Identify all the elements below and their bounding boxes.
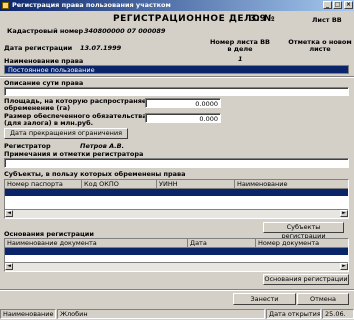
window-title: Регистрация права пользования участком xyxy=(12,1,171,9)
grounds-selected-row[interactable] xyxy=(5,248,348,255)
save-button[interactable]: Занести xyxy=(233,293,296,305)
scroll-right-icon[interactable]: ► xyxy=(340,263,348,270)
subjects-col-name[interactable]: Наименование xyxy=(235,180,348,188)
status-name-value: Жлобин xyxy=(57,309,265,319)
subjects-table[interactable]: Номер паспорта Код ОКПО УИНН Наименовани… xyxy=(4,179,349,219)
grounds-hscrollbar[interactable]: ◄ ► xyxy=(5,262,348,271)
right-name-selected: Постоянное пользование xyxy=(8,66,95,74)
status-name-label: Наименование xyxy=(0,309,56,319)
scroll-right-icon[interactable]: ► xyxy=(340,210,348,217)
cancel-button[interactable]: Отмена xyxy=(297,293,349,305)
subjects-button[interactable]: Субъекты регистрации xyxy=(263,222,344,240)
sheet-label: Лист ВВ xyxy=(312,16,342,24)
notes-input[interactable] xyxy=(4,158,349,168)
grounds-button[interactable]: Основания регистрации xyxy=(263,274,349,285)
title-bar[interactable]: Регистрация права пользования участком _… xyxy=(0,0,354,11)
grounds-table[interactable]: Наименование документа Дата Номер докуме… xyxy=(4,238,349,272)
area-input[interactable]: 0.0000 xyxy=(145,98,221,108)
registrar-label: Регистратор xyxy=(4,142,51,150)
notes-label: Примечания и отметки регистратора xyxy=(4,150,144,158)
right-name-label: Наименование права xyxy=(4,57,84,65)
grounds-label: Основания регистрации xyxy=(4,230,94,238)
grounds-col-doc-number[interactable]: Номер документа xyxy=(256,239,348,247)
minimize-button[interactable]: _ xyxy=(323,1,332,9)
grounds-col-date[interactable]: Дата xyxy=(188,239,256,247)
sheet-number-value: 1 xyxy=(238,55,243,63)
subjects-col-uinn[interactable]: УИНН xyxy=(157,180,235,188)
subjects-table-header: Номер паспорта Код ОКПО УИНН Наименовани… xyxy=(5,180,348,189)
sheet-number-label: Номер листа ВВ в деле xyxy=(209,38,271,53)
subjects-selected-row[interactable] xyxy=(5,189,348,196)
registrar-value: Петров А.В. xyxy=(80,142,125,150)
app-icon xyxy=(2,2,9,9)
grounds-table-header: Наименование документа Дата Номер докуме… xyxy=(5,239,348,248)
obligation-label-line2: (для залога) в млн.руб. xyxy=(4,119,94,127)
description-label: Описание сути права xyxy=(4,79,84,87)
separator xyxy=(0,76,354,78)
new-sheet-mark-label: Отметка о новом листе xyxy=(288,38,352,53)
subjects-hscrollbar[interactable]: ◄ ► xyxy=(5,209,348,218)
description-input[interactable] xyxy=(4,87,349,96)
cadastral-label: Кадастровый номер xyxy=(7,27,84,35)
close-button[interactable]: × xyxy=(344,1,353,9)
registration-date-label: Дата регистрации xyxy=(4,44,73,52)
termination-date-button[interactable]: Дата прекращения ограничения xyxy=(4,128,128,139)
registration-window: Регистрация права пользования участком _… xyxy=(0,0,354,320)
subjects-col-okpo[interactable]: Код ОКПО xyxy=(82,180,157,188)
separator xyxy=(0,289,354,291)
subjects-label: Субъекты, в пользу которых обременены пр… xyxy=(4,170,186,178)
area-label-line2: обременение (га) xyxy=(4,104,71,112)
scroll-left-icon[interactable]: ◄ xyxy=(5,210,13,217)
scroll-left-icon[interactable]: ◄ xyxy=(5,263,13,270)
right-name-select[interactable]: Постоянное пользование xyxy=(4,65,349,74)
status-open-date-label: Дата открытия xyxy=(266,309,321,319)
obligation-input[interactable]: 0.000 xyxy=(145,113,221,123)
maximize-button[interactable]: □ xyxy=(333,1,342,9)
grounds-col-doc-name[interactable]: Наименование документа xyxy=(5,239,188,247)
registration-date-value: 13.07.1999 xyxy=(80,44,122,52)
subjects-col-passport[interactable]: Номер паспорта xyxy=(5,180,82,188)
case-number: 3.9 xyxy=(250,14,266,24)
status-open-date-value: 25.06. xyxy=(322,309,354,319)
cadastral-value: 340800000 07 000089 xyxy=(84,27,166,35)
